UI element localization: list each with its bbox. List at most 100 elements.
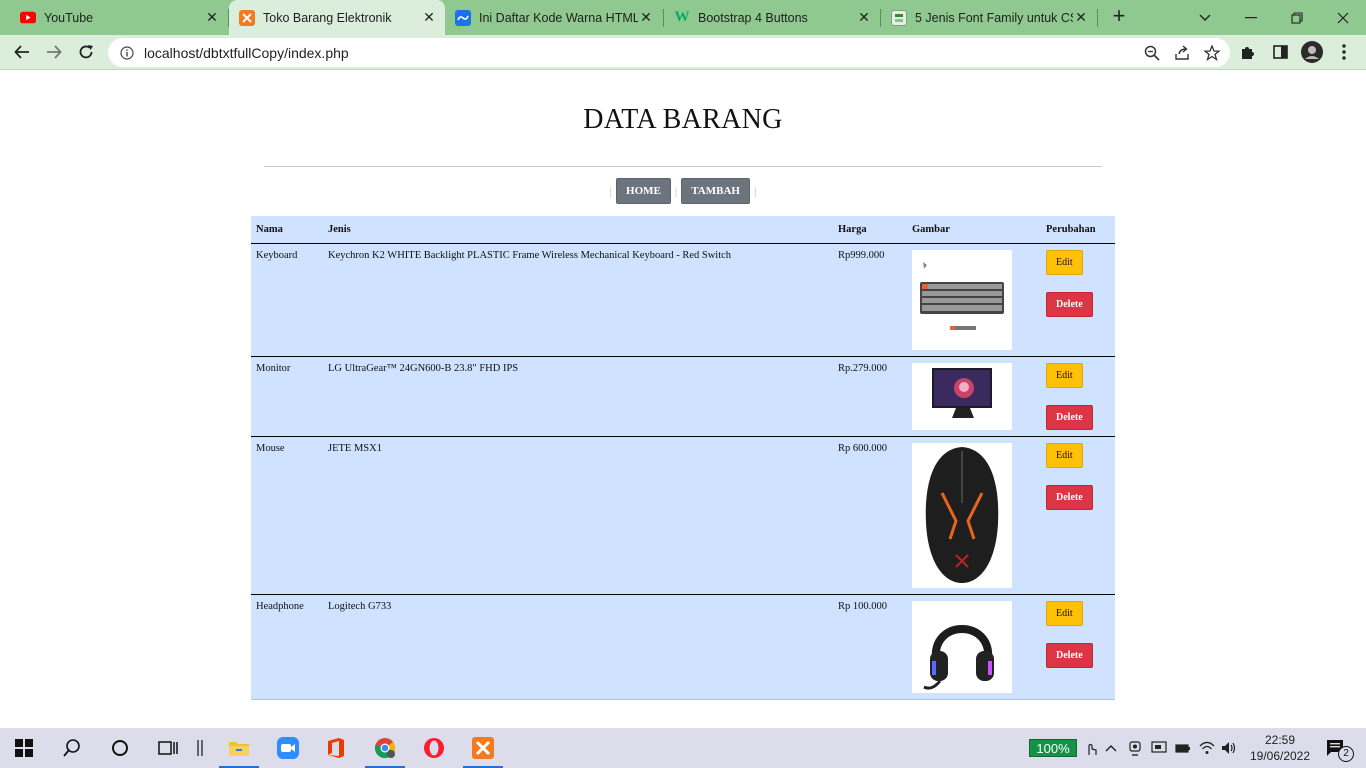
task-view-icon	[158, 741, 178, 755]
divider-icon	[197, 740, 203, 756]
share-icon[interactable]	[1174, 44, 1190, 61]
search-button[interactable]	[48, 728, 96, 768]
w3schools-icon: W	[674, 9, 690, 25]
close-icon[interactable]: ✕	[638, 9, 654, 26]
tab-title: Bootstrap 4 Buttons	[698, 10, 808, 25]
clock[interactable]: 22:59 19/06/2022	[1245, 732, 1315, 764]
cell-gambar	[907, 594, 1041, 700]
header-perubahan: Perubahan	[1041, 216, 1115, 244]
cell-harga: Rp 100.000	[833, 594, 907, 700]
tab-search-button[interactable]	[1182, 0, 1228, 35]
wifi-icon[interactable]	[1198, 738, 1216, 758]
delete-button[interactable]: Delete	[1046, 404, 1093, 430]
arrow-left-icon	[14, 45, 29, 59]
cell-harga: Rp 600.000	[833, 436, 907, 595]
clock-time: 22:59	[1264, 733, 1296, 747]
search-icon	[63, 739, 80, 757]
battery-indicator[interactable]: 100%	[1029, 739, 1077, 757]
tab-kode-warna[interactable]: Ini Daftar Kode Warna HTML ✕	[446, 0, 662, 35]
forward-button[interactable]	[40, 38, 68, 66]
tab-title: 5 Jenis Font Family untuk CSS	[915, 10, 1073, 25]
chevron-up-icon[interactable]	[1102, 738, 1120, 758]
horizontal-rule	[264, 166, 1102, 167]
side-panel-button[interactable]	[1266, 38, 1294, 66]
nav-separator: |	[753, 183, 757, 198]
xampp-button[interactable]	[459, 728, 507, 768]
home-button[interactable]: HOME	[616, 178, 671, 204]
zoom-app-icon	[277, 737, 299, 759]
tab-bootstrap-buttons[interactable]: W Bootstrap 4 Buttons ✕	[664, 0, 880, 35]
cell-jenis: LG UltraGear™ 24GN600-B 23.8" FHD IPS	[323, 356, 833, 437]
close-icon[interactable]: ✕	[421, 9, 437, 26]
delete-button[interactable]: Delete	[1046, 484, 1093, 510]
tab-title: Ini Daftar Kode Warna HTML	[479, 10, 638, 25]
cortana-button[interactable]	[96, 728, 144, 768]
cell-actions: Edit Delete	[1041, 356, 1115, 437]
edit-button[interactable]: Edit	[1046, 249, 1083, 275]
tab-toko-barang[interactable]: Toko Barang Elektronik ✕	[229, 0, 445, 35]
power-icon[interactable]	[1174, 738, 1192, 758]
reload-button[interactable]	[72, 38, 100, 66]
url-text[interactable]: localhost/dbtxtfullCopy/index.php	[144, 45, 349, 61]
new-tab-button[interactable]: +	[1108, 4, 1130, 30]
volume-icon[interactable]	[1220, 738, 1238, 758]
chrome-icon	[375, 738, 395, 759]
close-icon[interactable]: ✕	[204, 9, 220, 26]
chrome-button[interactable]	[361, 728, 409, 768]
close-icon[interactable]: ✕	[1073, 9, 1089, 26]
cell-jenis: Keychron K2 WHITE Backlight PLASTIC Fram…	[323, 243, 833, 357]
edit-button[interactable]: Edit	[1046, 600, 1083, 626]
display-icon[interactable]	[1150, 738, 1168, 758]
restore-button[interactable]	[1274, 0, 1320, 35]
cell-nama: Headphone	[251, 594, 323, 700]
table-row: Headphone Logitech G733 Rp 100.000 Edit …	[251, 594, 1115, 700]
address-bar[interactable]: localhost/dbtxtfullCopy/index.php	[108, 38, 1230, 67]
menu-button[interactable]	[1330, 38, 1358, 66]
page-nav: | HOME | TAMBAH |	[0, 178, 1366, 204]
minimize-button[interactable]	[1228, 0, 1274, 35]
restore-icon	[1291, 11, 1303, 24]
tambah-button[interactable]: TAMBAH	[681, 178, 750, 204]
start-button[interactable]	[0, 728, 48, 768]
table-header-row: Nama Jenis Harga Gambar Perubahan	[251, 216, 1115, 244]
puzzle-icon	[1242, 47, 1254, 59]
browser-toolbar: localhost/dbtxtfullCopy/index.php	[0, 35, 1366, 70]
close-window-button[interactable]	[1320, 0, 1366, 35]
zoom-icon[interactable]	[1144, 45, 1160, 61]
tab-youtube[interactable]: YouTube ✕	[8, 0, 228, 35]
star-icon[interactable]	[1204, 44, 1220, 61]
touch-icon[interactable]	[1082, 738, 1100, 758]
office-button[interactable]	[312, 728, 360, 768]
close-icon[interactable]: ✕	[856, 9, 872, 26]
back-button[interactable]	[8, 38, 36, 66]
opera-button[interactable]	[410, 728, 458, 768]
keyboard-image	[912, 249, 1012, 350]
edit-button[interactable]: Edit	[1046, 362, 1083, 388]
extensions-button[interactable]	[1234, 38, 1262, 66]
clock-date: 19/06/2022	[1249, 749, 1311, 763]
chevron-down-icon	[1199, 14, 1211, 21]
data-table: Nama Jenis Harga Gambar Perubahan Keyboa…	[251, 216, 1115, 700]
cell-nama: Keyboard	[251, 243, 323, 357]
profile-button[interactable]	[1298, 38, 1326, 66]
delete-button[interactable]: Delete	[1046, 291, 1093, 317]
arrow-right-icon	[47, 45, 62, 59]
cell-gambar	[907, 436, 1041, 595]
avatar	[1301, 41, 1323, 63]
zoom-app-button[interactable]	[264, 728, 312, 768]
nav-separator: |	[609, 183, 613, 198]
header-nama: Nama	[251, 216, 323, 244]
webcam-icon[interactable]	[1126, 738, 1144, 758]
tab-font-family[interactable]: 5 Jenis Font Family untuk CSS ✕	[881, 0, 1097, 35]
edit-button[interactable]: Edit	[1046, 442, 1083, 468]
info-icon[interactable]	[120, 45, 134, 60]
monitor-image	[912, 362, 1012, 430]
header-jenis: Jenis	[323, 216, 833, 244]
table-row: Monitor LG UltraGear™ 24GN600-B 23.8" FH…	[251, 356, 1115, 437]
file-explorer-button[interactable]	[215, 728, 263, 768]
doc-icon	[891, 9, 907, 26]
notification-count: 2	[1338, 746, 1354, 762]
delete-button[interactable]: Delete	[1046, 642, 1093, 668]
notification-button[interactable]: 2	[1314, 728, 1358, 768]
cell-actions: Edit Delete	[1041, 594, 1115, 700]
